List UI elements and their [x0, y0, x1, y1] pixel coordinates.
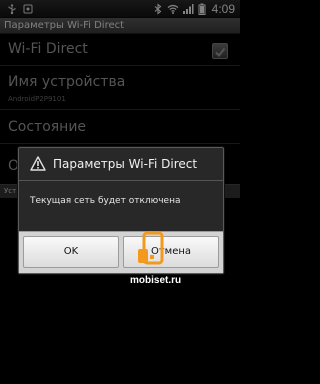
dialog-button-bar: OK Отмена — [19, 231, 223, 273]
dialog-message: Текущая сеть будет отключена — [30, 196, 181, 206]
confirm-dialog: Параметры Wi-Fi Direct Текущая сеть буде… — [18, 147, 224, 274]
cancel-button[interactable]: Отмена — [123, 236, 219, 268]
ok-button[interactable]: OK — [23, 236, 119, 268]
alert-icon — [30, 156, 46, 171]
dialog-header: Параметры Wi-Fi Direct — [19, 148, 223, 181]
dialog-title: Параметры Wi-Fi Direct — [53, 157, 198, 171]
screen: 4:09 Параметры Wi-Fi Direct Wi-Fi Direct… — [0, 0, 240, 384]
